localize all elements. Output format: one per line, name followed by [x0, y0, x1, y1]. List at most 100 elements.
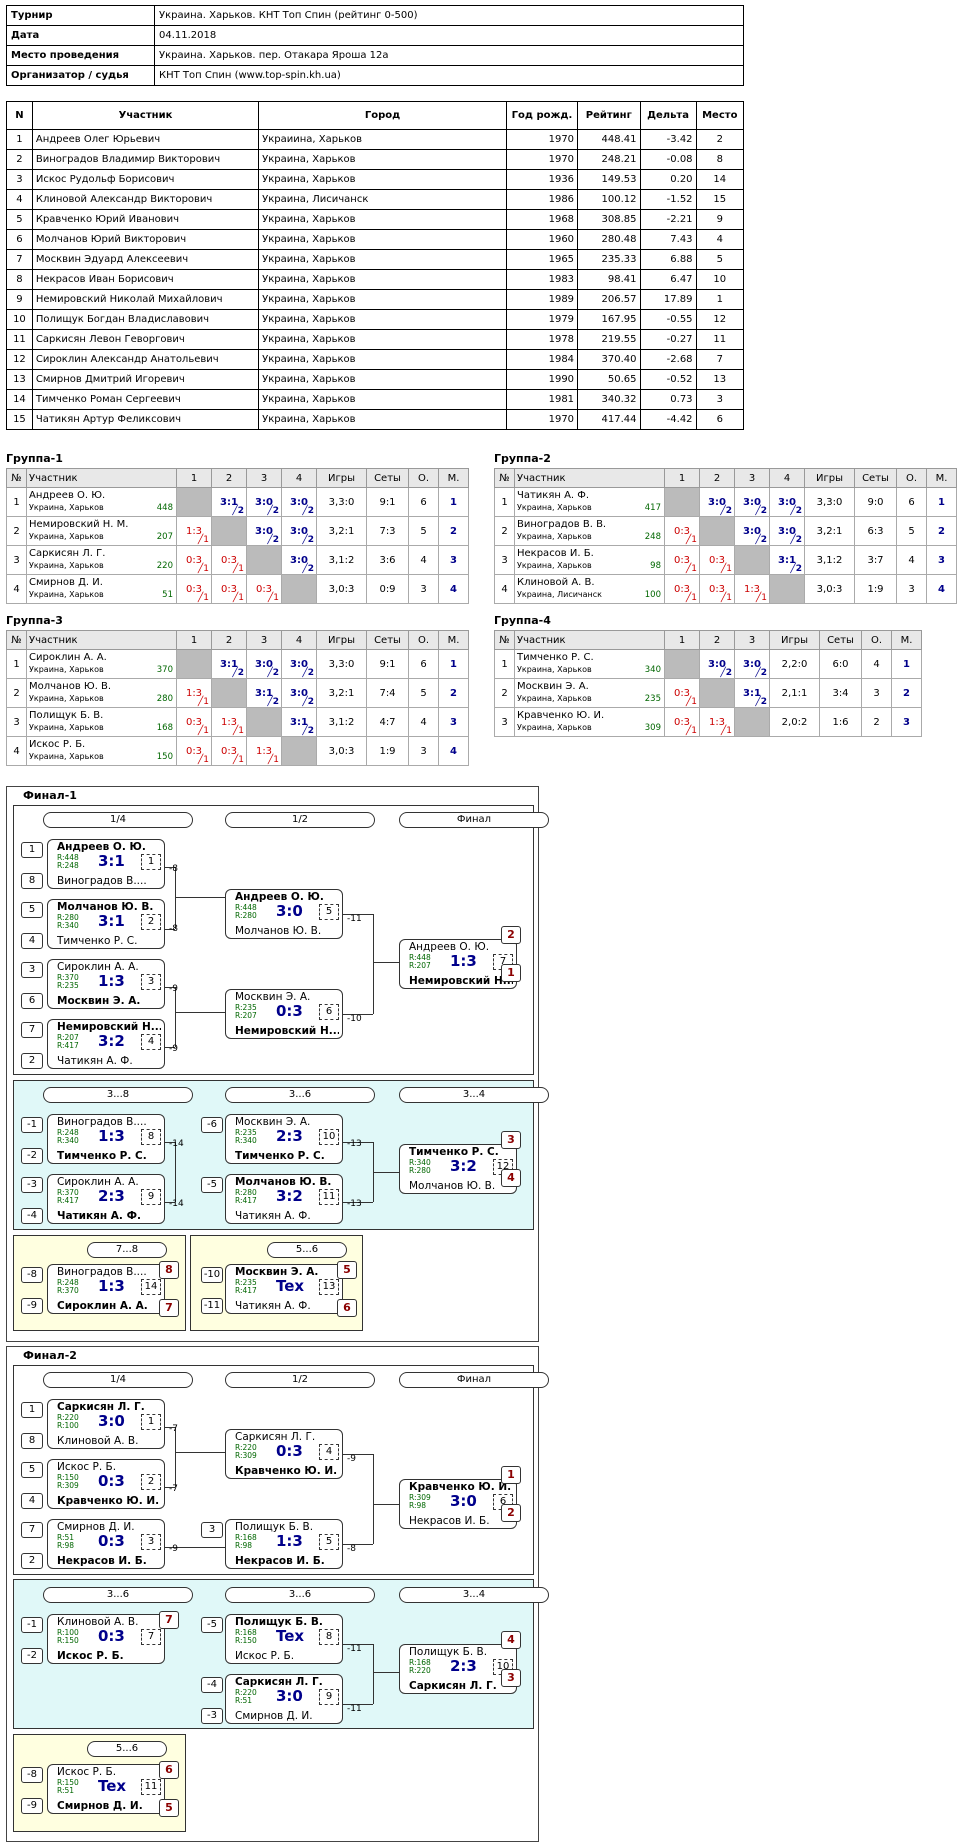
- participant-cell: 4: [695, 229, 745, 250]
- match-player-2: Сироклин А. А.: [57, 1300, 148, 1312]
- group-row-num: 4: [6, 736, 27, 766]
- match-rating-2: R:340: [235, 1136, 257, 1145]
- group-match-score: 3:0 ╱2: [281, 649, 317, 679]
- score-points: ╱1: [267, 593, 279, 603]
- match-score: 1:3: [98, 1127, 125, 1145]
- round-label: 1/4: [43, 812, 193, 828]
- info-key: Место проведения: [6, 45, 155, 66]
- loser-destination-label: -11: [347, 914, 362, 924]
- score-points: ╱2: [232, 668, 244, 678]
- participant-cell: Украина, Харьков: [258, 269, 507, 290]
- participant-city: Украина, Харьков: [29, 665, 104, 674]
- match-box: Кравченко Ю. И. Некрасов И. Б. R:309 R:98 3:…: [399, 1479, 517, 1529]
- bracket-line: [175, 867, 176, 929]
- group-row: 1 Андреев О. Ю. Украина, Харьков 448 3:1 ╱2 3:…: [6, 487, 469, 517]
- group-row-num: 1: [494, 487, 515, 517]
- group-row: 3 Саркисян Л. Г. Украина, Харьков 220 0:3 ╱1 0…: [6, 545, 469, 575]
- participant-rating: 100: [644, 590, 661, 600]
- match-rating-2: R:100: [57, 1421, 79, 1430]
- match-rating-2: R:235: [57, 981, 79, 990]
- group-row-num: 3: [494, 707, 515, 737]
- participant-cell: Виноградов Владимир Викторович: [31, 149, 260, 170]
- match-player-2: Чатикян А. Ф.: [57, 1055, 133, 1067]
- match-score: 3:0: [98, 1412, 125, 1430]
- group-row-sets: 4:7: [366, 707, 409, 737]
- group-header-points: О.: [408, 468, 439, 488]
- participant-cell: Чатикян Артур Феликсович: [31, 409, 260, 430]
- group-row: 4 Искос Р. Б. Украина, Харьков 150 0:3 ╱1 0:3 ╱…: [6, 736, 469, 766]
- group-cell-self: [211, 678, 247, 708]
- loser-destination-label: -7: [169, 1484, 178, 1494]
- group-match-score: 3:0 ╱2: [281, 545, 317, 575]
- match-rating-2: R:309: [235, 1451, 257, 1460]
- group-row-participant: Молчанов Ю. В. Украина, Харьков 280: [26, 678, 177, 708]
- group-row-points: 3: [861, 678, 892, 708]
- participant-cell: -1.52: [639, 189, 697, 210]
- score-points: ╱1: [232, 755, 244, 765]
- group-row-games: 3,0:3: [804, 574, 855, 604]
- loser-destination-label: -9: [169, 1044, 178, 1054]
- group-row-sets: 1:9: [854, 574, 897, 604]
- seed-box: -10: [201, 1267, 223, 1283]
- seed-box: 8: [21, 1433, 43, 1449]
- match-box: Искос Р. Б. Смирнов Д. И. R:150 R:51 Tex 11: [47, 1764, 165, 1814]
- group-cell-self: [246, 707, 282, 737]
- group-row-sets: 6:0: [819, 649, 862, 679]
- group-match-score: 1:3 ╱1: [734, 574, 770, 604]
- group-header-row: № Участник 1 2 3 4 Игры Сеты О. М.: [6, 468, 469, 488]
- match-score: 3:0: [276, 1687, 303, 1705]
- seed-box: 6: [21, 993, 43, 1009]
- loser-destination-label: -11: [347, 1704, 362, 1714]
- participant-name: Виноградов В. В.: [517, 519, 607, 530]
- group-header-name: Участник: [514, 630, 665, 650]
- participant-cell: 1: [695, 289, 745, 310]
- round-label: 1/4: [43, 1372, 193, 1388]
- group-row-sets: 3:4: [819, 678, 862, 708]
- match-player-2: Москвин Э. А.: [57, 995, 141, 1007]
- group-match-score: 0:3 ╱1: [211, 736, 247, 766]
- match-number: 13: [319, 1279, 339, 1295]
- participant-cell: -2.21: [639, 209, 697, 230]
- seed-box: 5: [21, 1462, 43, 1478]
- participant-cell: Украина, Харьков: [258, 409, 507, 430]
- score-points: ╱1: [232, 564, 244, 574]
- place-badge: 8: [159, 1261, 179, 1279]
- score-points: ╱1: [720, 726, 732, 736]
- seed-box: 7: [21, 1522, 43, 1538]
- group-header-num: №: [494, 630, 515, 650]
- participant-city: Украина, Харьков: [29, 561, 104, 570]
- seed-box: 4: [21, 933, 43, 949]
- group-row-sets: 1:9: [366, 736, 409, 766]
- group-match-score: 3:1 ╱2: [769, 545, 805, 575]
- score-points: ╱2: [790, 564, 802, 574]
- round-label: 5...6: [87, 1741, 167, 1757]
- seed-box: -1: [21, 1617, 43, 1633]
- group-match-score: 0:3 ╱1: [699, 574, 735, 604]
- group-row-games: 3,2:1: [316, 678, 367, 708]
- bracket-line: [175, 1547, 225, 1548]
- group-header-sets: Сеты: [819, 630, 862, 650]
- participant-row: 4 Клиновой Александр Викторович Украина, Л…: [6, 189, 745, 210]
- group-match-score: 3:0 ╱2: [734, 649, 770, 679]
- match-player-2: Чатикян А. Ф.: [57, 1210, 141, 1222]
- group-row-points: 3: [408, 736, 439, 766]
- participant-cell: 7.43: [639, 229, 697, 250]
- match-player-2: Чатикян А. Ф.: [235, 1300, 311, 1312]
- match-score: 2:3: [276, 1127, 303, 1145]
- score-points: ╱1: [232, 593, 244, 603]
- info-value: Украина. Харьков. пер. Отакара Яроша 12а: [154, 45, 744, 66]
- group-row-points: 6: [408, 649, 439, 679]
- participant-cell: 6.88: [639, 249, 697, 270]
- place-badge: 3: [501, 1131, 521, 1149]
- seed-box: -3: [21, 1177, 43, 1193]
- round-label: 3...6: [225, 1587, 375, 1603]
- group-row-participant: Москвин Э. А. Украина, Харьков 235: [514, 678, 665, 708]
- group-row-points: 5: [408, 516, 439, 546]
- score-points: ╱2: [720, 506, 732, 516]
- score-points: ╱2: [755, 506, 767, 516]
- participant-cell: Андреев Олег Юрьевич: [31, 129, 260, 150]
- participant-cell: 2: [6, 149, 33, 170]
- participant-cell: Некрасов Иван Борисович: [31, 269, 260, 290]
- match-box: Молчанов Ю. В. Тимченко Р. С. R:280 R:340 3:…: [47, 899, 165, 949]
- participant-rating: 98: [650, 561, 661, 571]
